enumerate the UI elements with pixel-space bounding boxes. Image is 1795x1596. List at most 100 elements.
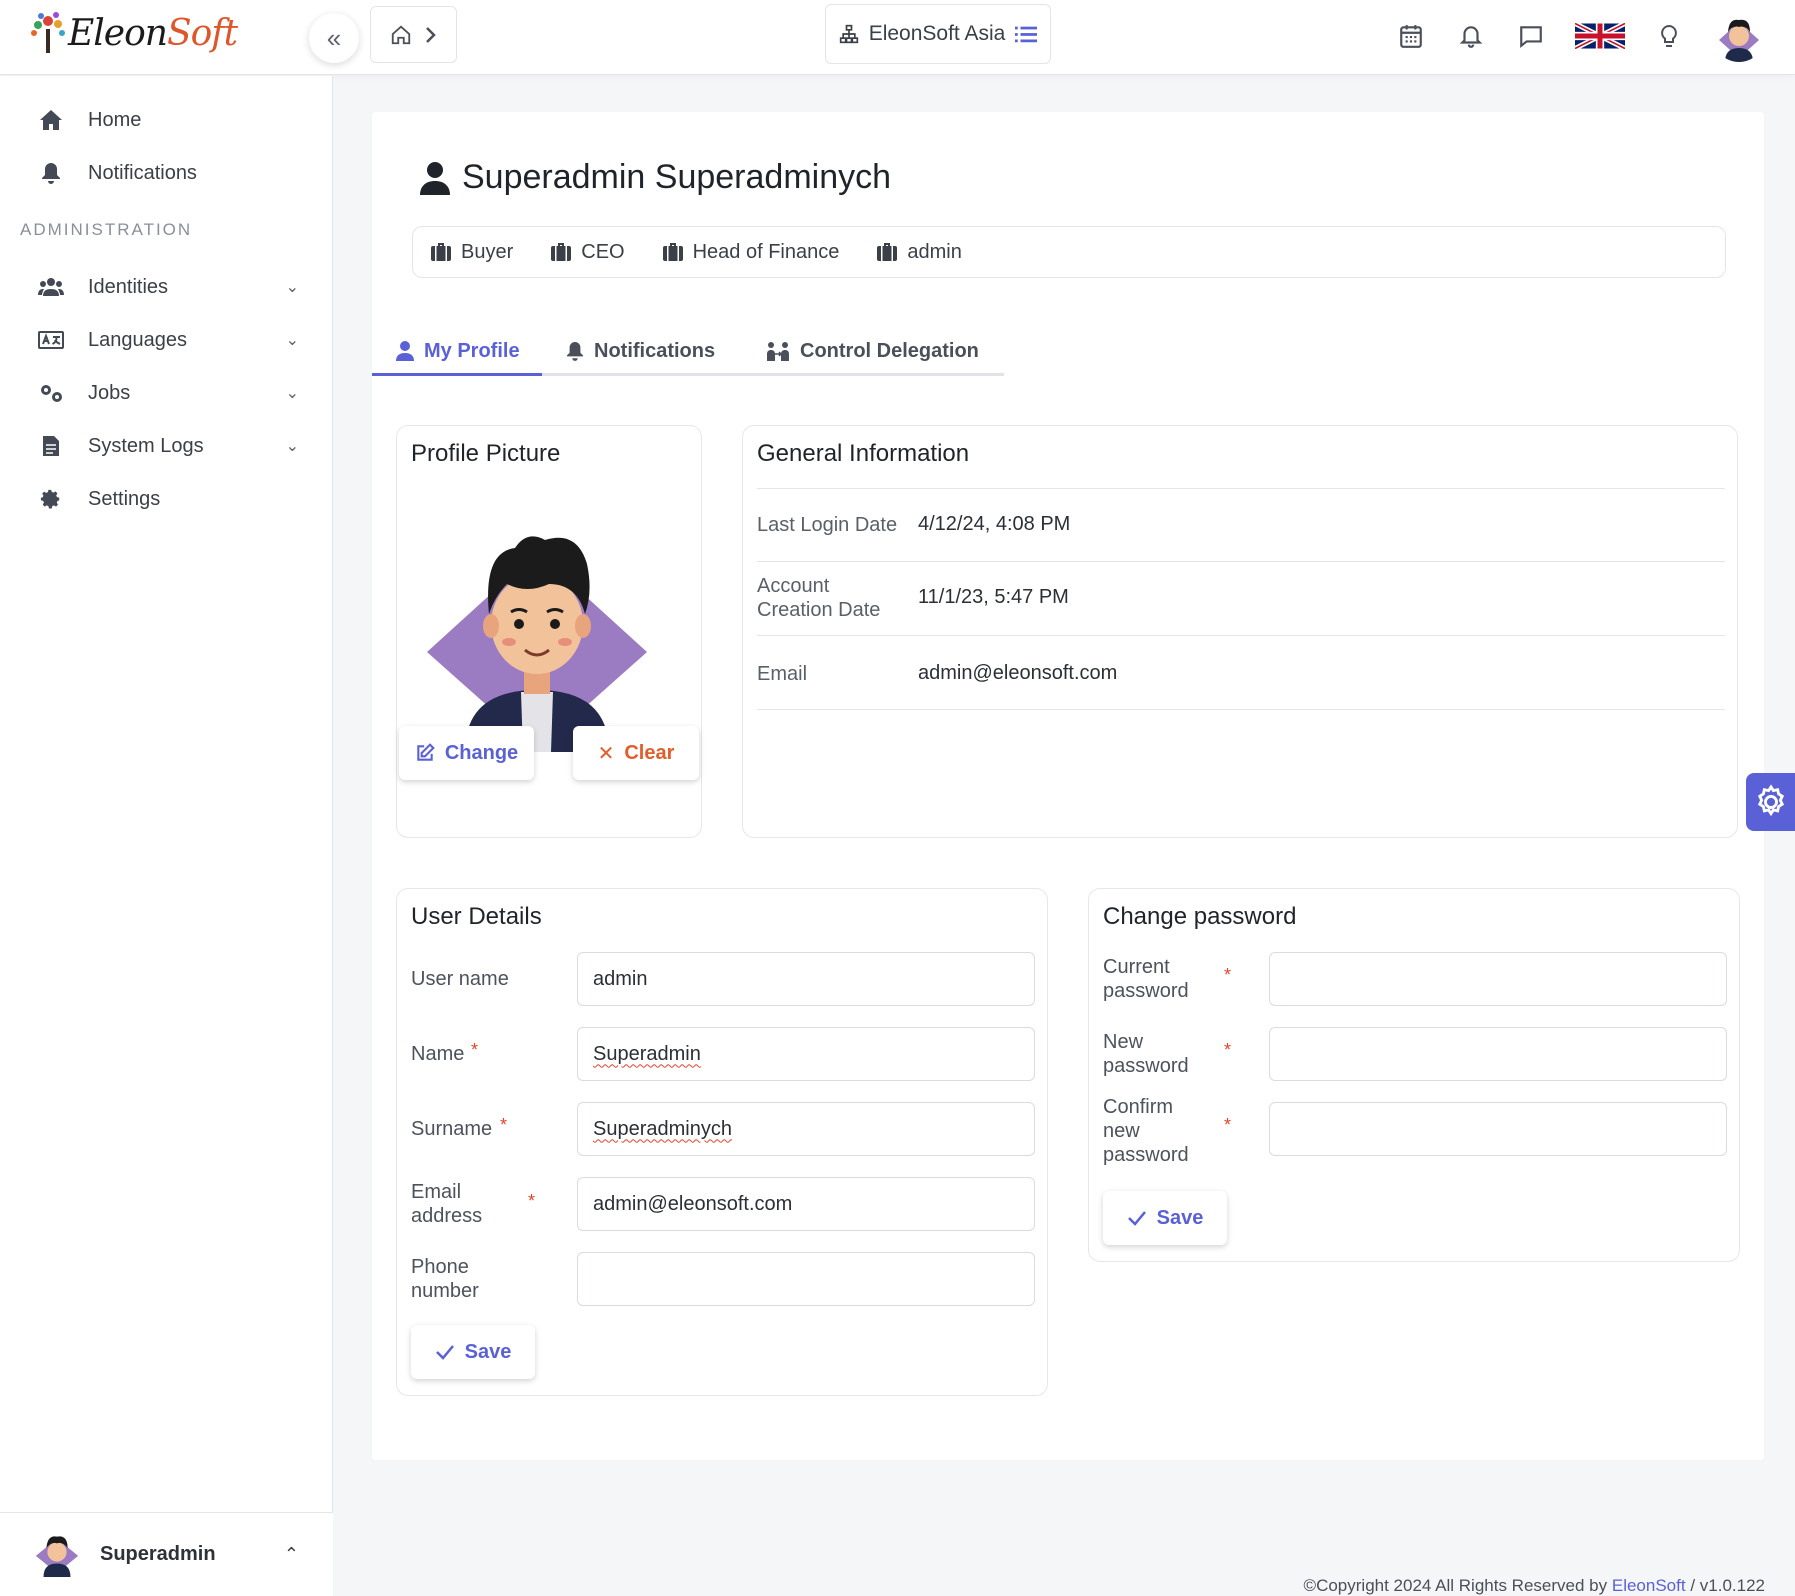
version-text: / v1.0.122 (1690, 1576, 1765, 1595)
info-row: Last Login Date 4/12/24, 4:08 PM (757, 488, 1725, 562)
info-row: Email admin@eleonsoft.com (757, 636, 1725, 710)
profile-picture (417, 512, 657, 757)
sidebar-section-administration: ADMINISTRATION (20, 220, 193, 239)
role-badge: CEO (551, 240, 625, 264)
edit-icon (417, 743, 435, 761)
check-icon (435, 1345, 454, 1360)
delegation-icon (767, 342, 789, 361)
tab-label: My Profile (424, 339, 520, 362)
list-icon[interactable] (1015, 24, 1038, 44)
tenant-selector[interactable]: EleonSoft Asia (825, 4, 1051, 64)
theme-settings-button[interactable] (1746, 773, 1795, 831)
app-logo[interactable]: EleonSoft (28, 8, 238, 58)
role-label: Head of Finance (692, 240, 840, 263)
check-icon (1127, 1211, 1146, 1226)
sidebar-user-menu[interactable]: Superadmin ⌃ (0, 1512, 333, 1596)
role-badge: Head of Finance (662, 240, 840, 264)
sidebar-item-label: Home (88, 108, 142, 131)
tree-logo-icon (31, 12, 65, 53)
sidebar-item-system-logs[interactable]: System Logs ⌄ (0, 422, 333, 470)
chat-icon[interactable] (1515, 20, 1547, 52)
sidebar-item-label: Identities (88, 275, 169, 298)
tab-control-delegation[interactable]: Control Delegation (766, 326, 979, 376)
info-value: admin@eleonsoft.com (918, 662, 1118, 684)
logo-text-soft: Soft (166, 12, 238, 54)
form-label: Confirm new password (1103, 1096, 1189, 1166)
profile-tabs: My Profile Notifications Control Delegat… (372, 326, 1004, 376)
form-label: User name (411, 968, 509, 990)
input-value: Superadmin (593, 1042, 701, 1065)
sidebar-item-home[interactable]: Home (0, 96, 333, 144)
bell-icon[interactable] (1455, 20, 1487, 52)
button-label: Save (1156, 1206, 1204, 1229)
required-marker: * (1224, 965, 1232, 985)
panel-title: Profile Picture (411, 440, 561, 467)
save-password-button[interactable]: Save (1103, 1191, 1227, 1245)
clear-picture-button[interactable]: ✕ Clear (573, 726, 699, 780)
profile-full-name: Superadmin Superadminych (462, 158, 892, 196)
footer-brand-link[interactable]: EleonSoft (1612, 1576, 1686, 1595)
lightbulb-icon[interactable] (1653, 20, 1685, 52)
role-label: Buyer (461, 240, 514, 263)
gears-icon (38, 380, 64, 406)
logo-text-eleon: Eleon (68, 12, 168, 54)
collapse-sidebar-button[interactable]: « (309, 13, 359, 63)
email-input[interactable]: admin@eleonsoft.com (577, 1177, 1035, 1231)
sidebar-item-settings[interactable]: Settings (0, 475, 333, 523)
info-value: 4/12/24, 4:08 PM (918, 513, 1071, 535)
user-avatar[interactable] (1713, 10, 1765, 62)
name-input[interactable]: Superadmin (577, 1027, 1035, 1081)
chevron-down-icon: ⌄ (285, 385, 299, 402)
chevron-right-icon (425, 26, 436, 43)
calendar-icon[interactable] (1395, 20, 1427, 52)
required-marker: * (500, 1115, 508, 1135)
sidebar-item-label: Jobs (88, 381, 131, 404)
bell-icon (38, 160, 64, 186)
info-value: 11/1/23, 5:47 PM (918, 586, 1069, 608)
briefcase-icon (551, 243, 572, 261)
bell-icon (566, 342, 584, 361)
info-label: Last Login Date (757, 514, 898, 536)
avatar (32, 1527, 82, 1582)
tab-my-profile[interactable]: My Profile (396, 326, 520, 376)
panel-title: User Details (411, 903, 542, 930)
info-label: Account Creation Date (757, 575, 881, 621)
sidebar-item-identities[interactable]: Identities ⌄ (0, 263, 333, 311)
info-row: Account Creation Date 11/1/23, 5:47 PM (757, 562, 1725, 636)
user-details-panel: User Details User name admin Name * Supe… (396, 888, 1048, 1396)
required-marker: * (1224, 1115, 1232, 1135)
form-label: New password (1103, 1031, 1189, 1077)
sidebar-item-label: Languages (88, 328, 187, 351)
copyright-text: ©Copyright 2024 All Rights Reserved by (1303, 1576, 1608, 1595)
form-label: Email address (411, 1181, 483, 1227)
role-label: admin (907, 240, 962, 263)
surname-input[interactable]: Superadminych (577, 1102, 1035, 1156)
role-badge: admin (877, 240, 962, 264)
home-icon (38, 107, 64, 133)
tenant-name: EleonSoft Asia (868, 22, 1006, 45)
required-marker: * (1224, 1040, 1232, 1060)
username-input[interactable]: admin (577, 952, 1035, 1006)
uk-flag-icon[interactable] (1575, 20, 1625, 52)
home-outline-icon[interactable] (390, 24, 412, 46)
tab-label: Notifications (594, 339, 716, 362)
panel-title: General Information (757, 440, 970, 467)
role-badge: Buyer (431, 241, 513, 264)
confirm-password-input[interactable] (1269, 1102, 1727, 1156)
sidebar-item-notifications[interactable]: Notifications (0, 149, 333, 197)
required-marker: * (471, 1040, 479, 1060)
input-value: Superadminych (593, 1117, 732, 1140)
new-password-input[interactable] (1269, 1027, 1727, 1081)
gear-icon (1757, 784, 1784, 817)
page-title: Superadmin Superadminych (420, 158, 891, 197)
phone-input[interactable] (577, 1252, 1035, 1306)
change-picture-button[interactable]: Change (399, 726, 534, 780)
close-icon: ✕ (597, 742, 615, 765)
tab-notifications[interactable]: Notifications (566, 326, 715, 376)
chevron-up-icon: ⌃ (283, 1544, 299, 1564)
save-user-details-button[interactable]: Save (411, 1325, 535, 1379)
sidebar-item-languages[interactable]: Languages ⌄ (0, 316, 333, 364)
sidebar-item-jobs[interactable]: Jobs ⌄ (0, 369, 333, 417)
role-label: CEO (581, 240, 625, 263)
current-password-input[interactable] (1269, 952, 1727, 1006)
